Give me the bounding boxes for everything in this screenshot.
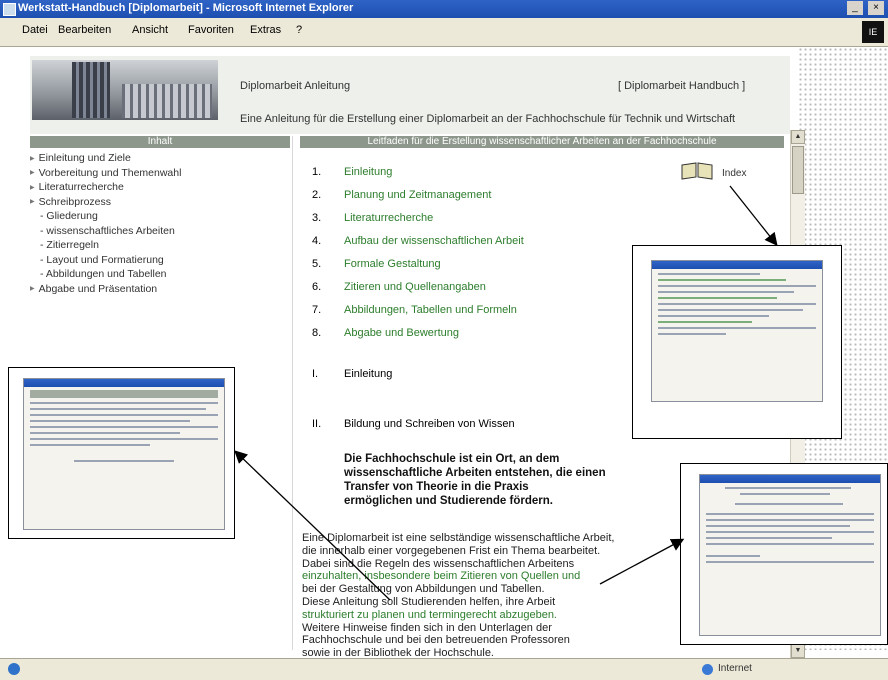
- statusbar: Internet: [0, 658, 888, 680]
- zone-label: Internet: [718, 663, 752, 674]
- internet-zone-icon: [702, 664, 713, 675]
- page-status-icon: [8, 663, 20, 675]
- callout-arrows: [234, 185, 778, 601]
